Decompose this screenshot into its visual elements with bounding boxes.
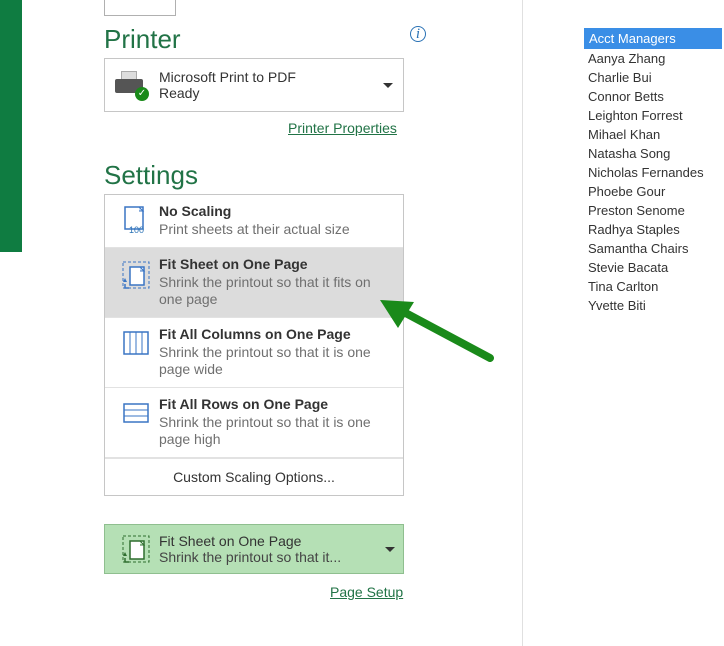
preview-managers-list: Acct Managers Aanya ZhangCharlie BuiConn… xyxy=(584,28,722,315)
scaling-dropdown-button[interactable]: Fit Sheet on One Page Shrink the printou… xyxy=(104,524,404,574)
scaling-option-fit-sheet[interactable]: Fit Sheet on One Page Shrink the printou… xyxy=(105,248,403,318)
option-title: Fit All Rows on One Page xyxy=(159,396,393,412)
option-desc: Shrink the printout so that it is one pa… xyxy=(159,414,393,449)
fit-sheet-icon xyxy=(113,256,159,292)
option-desc: Shrink the printout so that it is one pa… xyxy=(159,344,393,379)
preview-row: Yvette Biti xyxy=(584,296,722,315)
printer-selector[interactable]: ✓ Microsoft Print to PDF Ready xyxy=(104,58,404,112)
scaling-option-fit-columns[interactable]: Fit All Columns on One Page Shrink the p… xyxy=(105,318,403,388)
settings-header: Settings xyxy=(104,160,198,191)
print-settings-pane: i Printer ✓ Microsoft Print to PDF Ready… xyxy=(22,0,522,646)
printer-name: Microsoft Print to PDF xyxy=(159,69,296,85)
fit-columns-icon xyxy=(113,326,159,358)
backstage-rail xyxy=(0,0,22,252)
preview-row: Tina Carlton xyxy=(584,277,722,296)
preview-row: Aanya Zhang xyxy=(584,49,722,68)
fit-rows-icon xyxy=(113,396,159,428)
preview-row: Mihael Khan xyxy=(584,125,722,144)
option-title: No Scaling xyxy=(159,203,350,219)
info-icon[interactable]: i xyxy=(410,26,426,42)
copies-box[interactable] xyxy=(104,0,176,16)
preview-row: Natasha Song xyxy=(584,144,722,163)
printer-text: Microsoft Print to PDF Ready xyxy=(159,69,296,101)
preview-row: Phoebe Gour xyxy=(584,182,722,201)
scaling-option-fit-rows[interactable]: Fit All Rows on One Page Shrink the prin… xyxy=(105,388,403,458)
selected-title: Fit Sheet on One Page xyxy=(159,533,341,549)
printer-header: Printer xyxy=(104,24,181,55)
preview-row: Preston Senome xyxy=(584,201,722,220)
custom-scaling-option[interactable]: Custom Scaling Options... xyxy=(105,458,403,495)
option-title: Fit All Columns on One Page xyxy=(159,326,393,342)
preview-header: Acct Managers xyxy=(584,28,722,49)
selected-desc: Shrink the printout so that it... xyxy=(159,549,341,565)
preview-row: Samantha Chairs xyxy=(584,239,722,258)
preview-row: Radhya Staples xyxy=(584,220,722,239)
preview-row: Connor Betts xyxy=(584,87,722,106)
preview-row: Nicholas Fernandes xyxy=(584,163,722,182)
fit-sheet-icon xyxy=(113,532,159,566)
printer-status: Ready xyxy=(159,85,296,101)
preview-row: Charlie Bui xyxy=(584,68,722,87)
scaling-option-no-scaling[interactable]: 100 No Scaling Print sheets at their act… xyxy=(105,195,403,248)
option-desc: Print sheets at their actual size xyxy=(159,221,350,239)
printer-icon: ✓ xyxy=(115,71,147,99)
scaling-dropdown-list: 100 No Scaling Print sheets at their act… xyxy=(104,194,404,496)
preview-row: Stevie Bacata xyxy=(584,258,722,277)
svg-text:100: 100 xyxy=(129,225,144,235)
printer-properties-link[interactable]: Printer Properties xyxy=(288,120,397,136)
preview-row: Leighton Forrest xyxy=(584,106,722,125)
page-setup-link[interactable]: Page Setup xyxy=(330,584,403,600)
option-desc: Shrink the printout so that it fits on o… xyxy=(159,274,393,309)
pane-divider xyxy=(522,0,523,646)
no-scaling-icon: 100 xyxy=(113,203,159,235)
chevron-down-icon xyxy=(383,83,393,88)
chevron-down-icon xyxy=(385,547,395,552)
option-title: Fit Sheet on One Page xyxy=(159,256,393,272)
